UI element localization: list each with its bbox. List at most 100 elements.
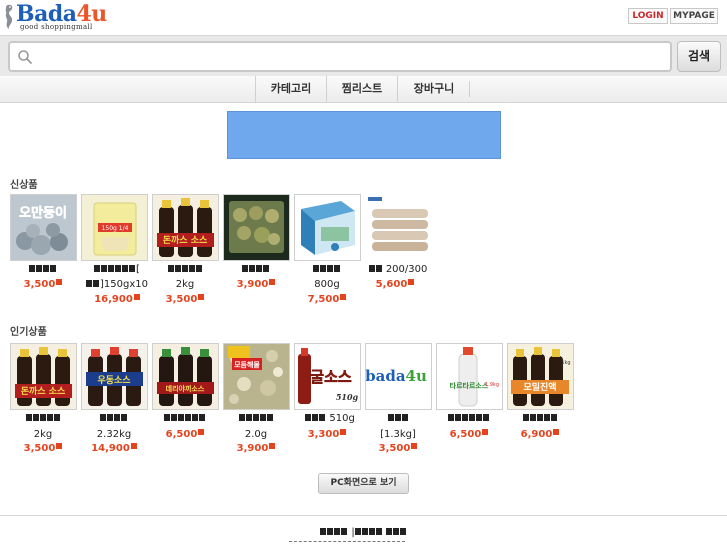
product-name[interactable]: 510g	[294, 413, 366, 425]
product-name[interactable]	[436, 413, 502, 425]
thumb-label: 오만둥이	[19, 205, 67, 221]
product-detail: [1.3kg]	[380, 429, 416, 440]
logo-tagline: good shoppingmall	[20, 23, 93, 31]
nav-item-category[interactable]: 카테고리	[255, 76, 326, 102]
product-thumb[interactable]: 타르타르소스 1.9kg	[436, 343, 503, 410]
thumb-weight: 1kg	[561, 360, 570, 366]
product-image: 굴소스 510g	[295, 344, 360, 409]
thumb-label: 모듬해물	[234, 360, 260, 369]
thumb-label: 굴소스	[310, 368, 352, 386]
banner[interactable]	[227, 111, 501, 159]
seahorse-icon	[5, 4, 13, 29]
search-input[interactable]	[42, 46, 666, 68]
product-detail: 2kg	[33, 429, 53, 440]
product-name-text: [	[136, 264, 140, 275]
product-thumb[interactable]: 돈까스 소스	[152, 194, 219, 261]
thumb-weight: 510g	[336, 392, 359, 402]
search-button[interactable]: 검색	[677, 41, 721, 72]
product-price-text: 3,500	[165, 294, 198, 305]
pc-view-button[interactable]: PC화면으로 보기	[318, 473, 409, 494]
thumb-logo-accent: 4u	[406, 367, 427, 385]
nav-item-wishlist[interactable]: 찜리스트	[326, 76, 397, 102]
product-thumb[interactable]: 모밀진액 1kg	[507, 343, 574, 410]
product-name[interactable]	[223, 264, 289, 276]
product-price: 3,500	[10, 443, 76, 455]
product-name[interactable]	[152, 264, 218, 276]
product-price-text: 6,900	[520, 429, 553, 440]
price-marker	[56, 279, 63, 285]
product-price-text: 3,900	[236, 443, 269, 454]
search-box[interactable]	[8, 41, 672, 72]
product-name[interactable]	[10, 264, 76, 276]
product-price: 6,500	[436, 429, 502, 441]
product-price-text: 3,500	[23, 443, 56, 454]
product-thumb[interactable]: 돈까스 소스	[10, 343, 77, 410]
product-name[interactable]	[507, 413, 573, 425]
product-name[interactable]	[81, 413, 147, 425]
product-price: 14,900	[81, 443, 147, 455]
product-image: bada4u	[366, 344, 431, 409]
product-image: 데리야끼소스	[153, 344, 218, 409]
product-image: 우동소스	[82, 344, 147, 409]
product-thumb[interactable]	[365, 194, 432, 261]
product-price: 6,900	[507, 429, 573, 441]
thumb-logo-main: bada	[366, 367, 406, 385]
thumb-weight: 1.9kg	[485, 382, 499, 388]
price-marker	[198, 294, 205, 300]
section-title-new: 신상품	[10, 180, 38, 191]
product-image: 타르타르소스 1.9kg	[437, 344, 502, 409]
product-thumb[interactable]: 모듬해물	[223, 343, 290, 410]
product-price-text: 6,500	[165, 429, 198, 440]
product-image: 150g 1/4	[82, 195, 147, 260]
product-thumb[interactable]	[223, 194, 290, 261]
product-thumb[interactable]: bada4u	[365, 343, 432, 410]
logo[interactable]: Bada4u good shoppingmall	[2, 2, 107, 32]
mypage-button[interactable]: MYPAGE	[670, 8, 718, 24]
price-marker	[269, 279, 276, 285]
product-name[interactable]	[223, 413, 289, 425]
product-image: 오만둥이	[11, 195, 76, 260]
product-image	[224, 195, 289, 260]
product-thumb[interactable]: 데리야끼소스	[152, 343, 219, 410]
section-title-popular: 인기상품	[10, 327, 47, 338]
product-price: 3,500	[10, 279, 76, 291]
price-marker	[482, 429, 489, 435]
product-price: 3,500	[152, 294, 218, 306]
price-marker	[133, 294, 140, 300]
product-name[interactable]: 200/300	[362, 264, 434, 276]
product-image: 돈까스 소스	[153, 195, 218, 260]
price-marker	[340, 429, 347, 435]
footer-links[interactable]: |	[0, 527, 727, 539]
product-name[interactable]	[10, 413, 76, 425]
product-thumb[interactable]: 오만둥이	[10, 194, 77, 261]
price-marker	[198, 429, 205, 435]
nav-item-cart[interactable]: 장바구니	[397, 76, 470, 102]
product-price: 3,900	[223, 443, 289, 455]
nav-bar: 카테고리 찜리스트 장바구니	[0, 76, 727, 103]
product-price-text: 3,300	[307, 429, 340, 440]
product-thumb[interactable]: 굴소스 510g	[294, 343, 361, 410]
product-thumb[interactable]: 우동소스	[81, 343, 148, 410]
product-price-text: 6,500	[449, 429, 482, 440]
thumb-label: 돈까스 소스	[21, 385, 66, 397]
login-button[interactable]: LOGIN	[628, 8, 668, 24]
thumb-label: 돈까스 소스	[163, 234, 208, 246]
product-price-text: 7,500	[307, 294, 340, 305]
product-detail: 2.32kg	[96, 429, 132, 440]
product-price: 7,500	[294, 294, 360, 306]
product-name[interactable]	[294, 264, 360, 276]
product-name[interactable]	[152, 413, 218, 425]
thumb-label: 150g 1/4	[102, 225, 129, 232]
nav-divider	[469, 81, 470, 97]
search-bar: 검색	[0, 35, 727, 78]
price-marker	[340, 294, 347, 300]
product-price: 5,600	[362, 279, 428, 291]
product-price: 3,500	[365, 443, 431, 455]
thumb-label: 데리야끼소스	[166, 384, 205, 393]
thumb-label: 모밀진액	[523, 381, 556, 393]
product-name[interactable]: [	[81, 264, 153, 276]
product-price-text: 16,900	[94, 294, 133, 305]
product-name[interactable]	[365, 413, 431, 425]
product-thumb[interactable]	[294, 194, 361, 261]
product-thumb[interactable]: 150g 1/4	[81, 194, 148, 261]
